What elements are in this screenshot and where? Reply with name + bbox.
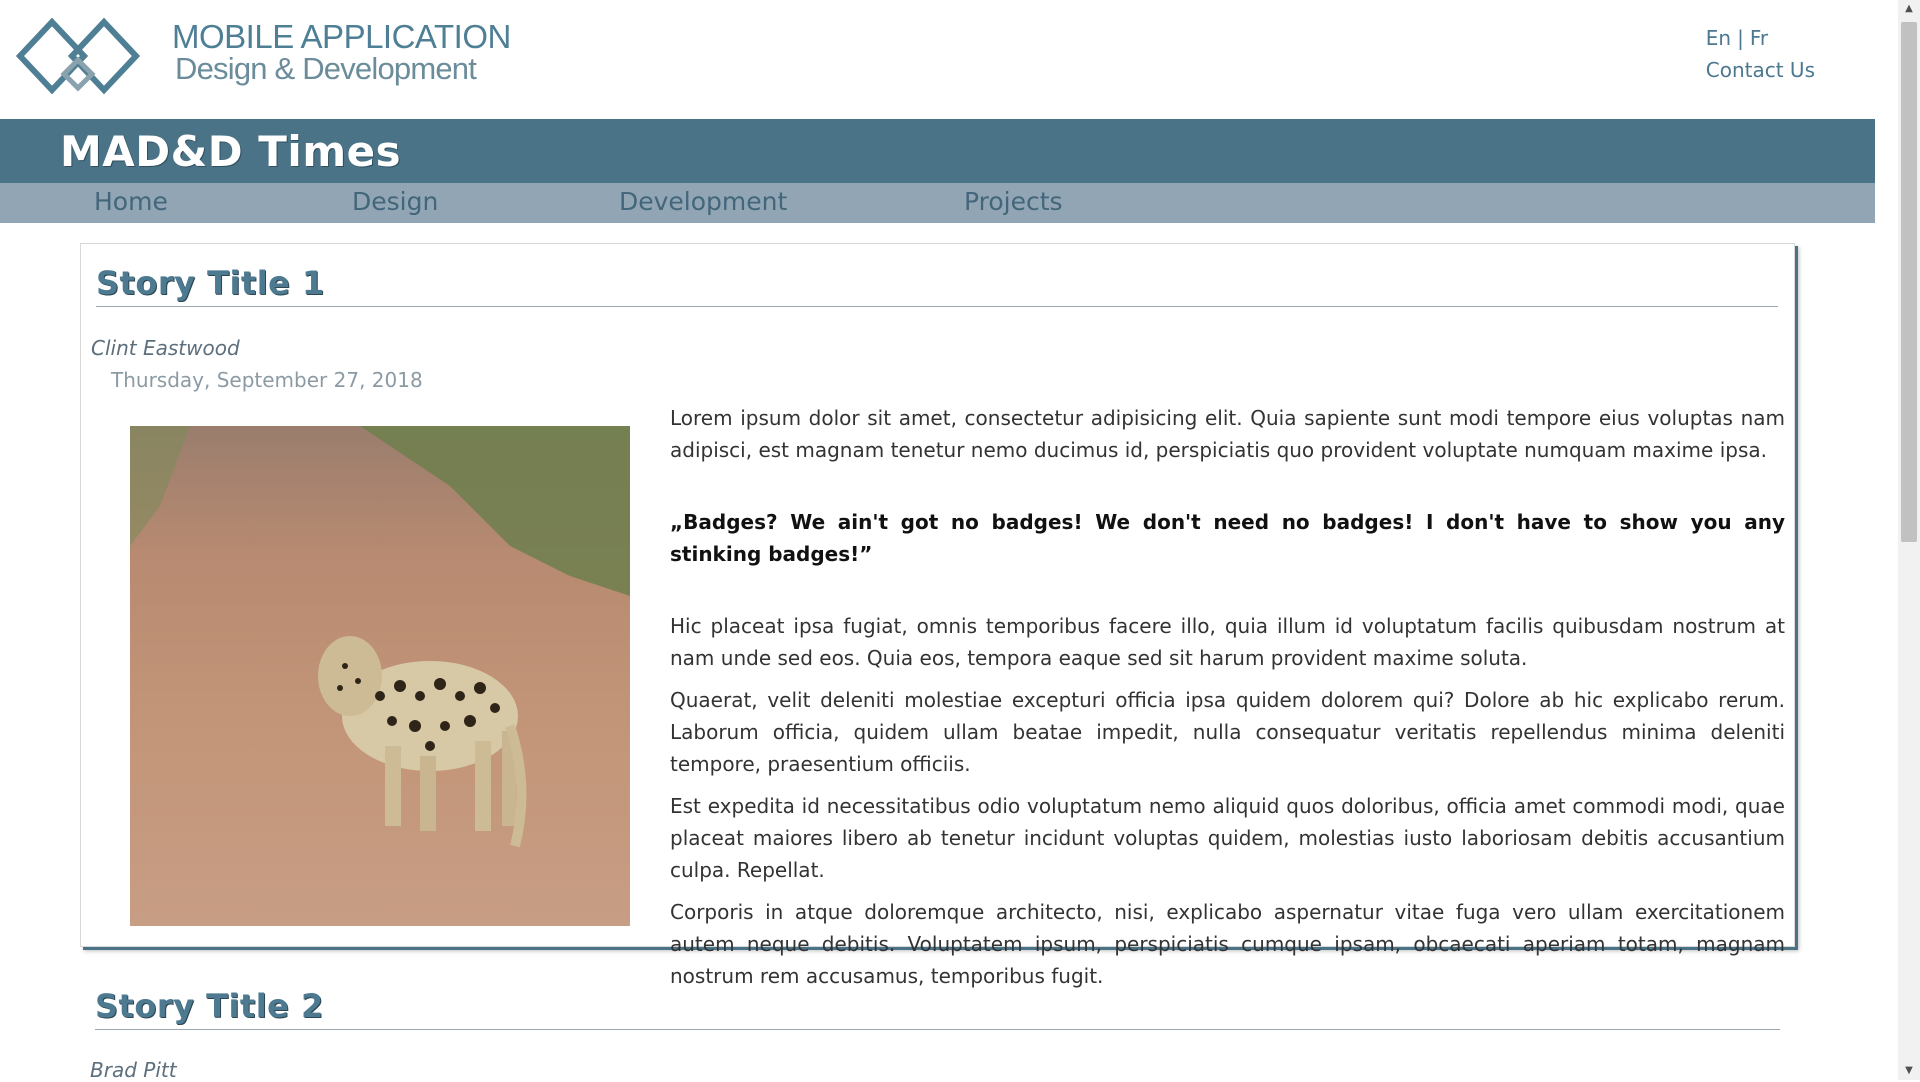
nav-item-design[interactable]: Design <box>352 187 438 216</box>
story-divider <box>95 1029 1780 1030</box>
header-links: En | Fr Contact Us <box>1706 22 1815 86</box>
logo-icon[interactable] <box>15 17 141 95</box>
story-paragraph: Lorem ipsum dolor sit amet, consectetur … <box>670 406 1785 462</box>
nav-item-projects[interactable]: Projects <box>964 187 1063 216</box>
site-title: MAD&D Times <box>60 127 402 176</box>
scroll-down-arrow-icon[interactable]: ▼ <box>1898 1062 1920 1080</box>
story-author: Clint Eastwood <box>91 336 240 360</box>
story-card: Story Title 1 Clint Eastwood Thursday, S… <box>80 243 1795 988</box>
logo-title: MOBILE APPLICATION <box>172 18 511 55</box>
story-title[interactable]: Story Title 1 <box>96 264 325 302</box>
logo-subtitle: Design & Development <box>175 51 477 86</box>
main-nav: Home Design Development Projects <box>0 183 1875 223</box>
story-quote: „Badges? We ain't got no badges! We don'… <box>670 510 1785 566</box>
story-date: Thursday, September 27, 2018 <box>111 368 423 392</box>
page-scrollbar[interactable]: ▲ ▼ <box>1898 0 1920 1080</box>
nav-item-development[interactable]: Development <box>619 187 787 216</box>
story-author: Brad Pitt <box>90 1058 177 1082</box>
story-paragraph: Hic placeat ipsa fugiat, omnis temporibu… <box>670 614 1785 670</box>
scrollbar-thumb[interactable] <box>1901 22 1917 542</box>
story-paragraph: Corporis in atque doloremque architecto,… <box>670 900 1785 988</box>
site-header: MOBILE APPLICATION Design & Development … <box>0 0 1875 119</box>
story-paragraph: Est expedita id necessitatibus odio volu… <box>670 794 1785 882</box>
logo-text[interactable]: MOBILE APPLICATION Design & Development <box>172 18 511 86</box>
contact-us-link[interactable]: Contact Us <box>1706 58 1815 82</box>
title-band: MAD&D Times <box>0 119 1875 183</box>
lang-fr-link[interactable]: Fr <box>1750 26 1768 50</box>
lang-en-link[interactable]: En <box>1706 26 1731 50</box>
language-switcher: En | Fr <box>1706 22 1815 54</box>
story-paragraph: Quaerat, velit deleniti molestiae except… <box>670 688 1785 776</box>
leopard-photo <box>130 426 630 926</box>
scroll-up-arrow-icon[interactable]: ▲ <box>1898 0 1920 18</box>
story-divider <box>96 306 1778 307</box>
story-title[interactable]: Story Title 2 <box>95 987 324 1025</box>
lang-separator: | <box>1737 26 1744 50</box>
story-body: Lorem ipsum dolor sit amet, consectetur … <box>670 402 1785 1002</box>
nav-item-home[interactable]: Home <box>94 187 168 216</box>
